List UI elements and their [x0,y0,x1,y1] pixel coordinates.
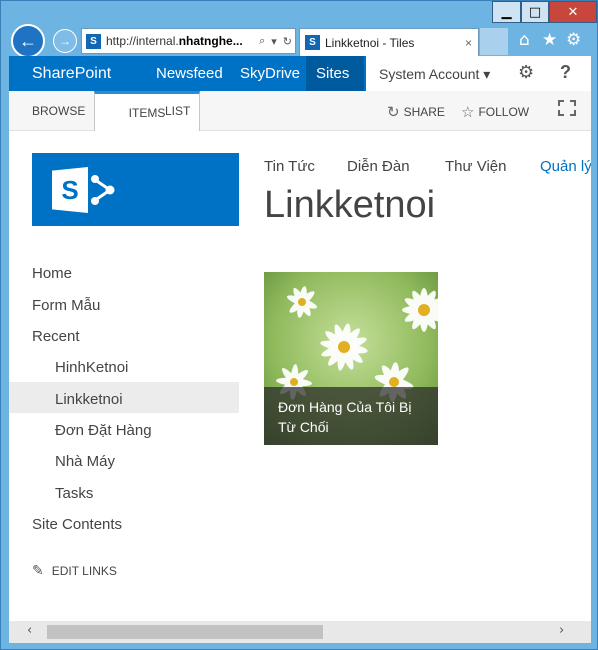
scroll-left-icon[interactable]: ‹ [27,623,32,638]
ql-recent-don-dat-hang[interactable]: Đơn Đặt Hàng [55,422,152,439]
back-arrow-icon: ← [19,30,37,51]
follow-button[interactable]: ☆ FOLLOW [461,103,529,121]
url-host: nhatnghe... [178,34,243,48]
promoted-link-tile[interactable]: Đơn Hàng Của Tôi Bị Từ Chối [264,272,438,445]
close-window-button[interactable]: ✕ [549,1,597,23]
address-bar[interactable]: S http://internal.nhatnghe... ⌕ ▾ ↻ [81,28,296,54]
address-url[interactable]: http://internal.nhatnghe... [106,34,256,48]
new-tab-button[interactable] [480,28,508,55]
ql-selected-highlight [9,382,239,413]
user-menu[interactable]: System Account ▾ [379,66,490,83]
ql-recent: Recent [32,328,80,345]
browser-tab[interactable]: S Linkketnoi - Tiles × [299,28,479,56]
tab-close-icon[interactable]: × [465,36,472,50]
ql-site-contents[interactable]: Site Contents [32,516,122,533]
back-button[interactable]: ← [11,24,45,58]
topnav-thu-vien[interactable]: Thư Viện [445,158,506,175]
share-icon: ↻ [387,103,400,121]
user-area: System Account ▾ ⚙ ? [366,56,591,91]
forward-button[interactable]: → [53,29,77,53]
sharepoint-favicon-icon: S [305,35,320,50]
ql-recent-hinhketnoi[interactable]: HinhKetnoi [55,359,128,376]
sharepoint-favicon-icon: S [86,33,101,49]
browser-window: ▁ □ ✕ ← → S http://internal.nhatnghe... … [0,0,598,650]
topnav-tin-tuc[interactable]: Tin Tức [264,158,315,175]
ql-recent-tasks[interactable]: Tasks [55,485,93,502]
edit-links-label: EDIT LINKS [51,563,117,578]
sharepoint-brand[interactable]: SharePoint [32,65,111,83]
newsfeed-link[interactable]: Newsfeed [156,65,223,82]
share-button[interactable]: ↻ SHARE [387,103,445,121]
forward-arrow-icon: → [59,34,71,48]
skydrive-link[interactable]: SkyDrive [240,65,300,82]
tab-title: Linkketnoi - Tiles [325,35,415,50]
page-title: Linkketnoi [264,184,436,226]
site-logo[interactable]: S [32,153,239,226]
share-label: SHARE [403,105,445,119]
pencil-icon: ✎ [32,562,44,578]
tab-list[interactable]: LIST [165,91,190,131]
minimize-button[interactable]: ▁ [492,1,521,23]
ql-form-mau[interactable]: Form Mẫu [32,297,100,314]
topnav-quan-ly[interactable]: Quản lý [540,158,591,175]
ql-recent-nha-may[interactable]: Nhà Máy [55,453,115,470]
settings-gear-icon[interactable]: ⚙ [518,62,534,83]
scroll-right-icon[interactable]: › [559,623,564,638]
dropdown-icon[interactable]: ▾ [271,35,277,48]
url-prefix: http://internal. [106,34,179,48]
edit-links-button[interactable]: ✎ EDIT LINKS [32,562,117,579]
logo-dots-icon [91,175,115,205]
sharepoint-logo-icon: S [52,167,88,213]
horizontal-scrollbar[interactable]: ‹ › [9,621,591,643]
maximize-button[interactable]: □ [521,1,549,23]
home-icon[interactable]: ⌂ [519,30,530,50]
topnav-dien-dan[interactable]: Diễn Đàn [347,158,410,175]
help-icon[interactable]: ? [560,62,571,83]
favorites-icon[interactable]: ★ [542,30,557,50]
search-icon[interactable]: ⌕ [259,35,265,48]
ql-home[interactable]: Home [32,265,72,282]
sites-link[interactable]: Sites [316,65,349,82]
focus-on-content-icon[interactable] [558,100,576,116]
scrollbar-thumb[interactable] [47,625,323,639]
follow-label: FOLLOW [478,105,530,119]
star-icon: ☆ [461,103,475,121]
ribbon: BROWSE ITEMS LIST ↻ SHARE ☆ FOLLOW [9,91,591,131]
page-content: SharePoint Newsfeed SkyDrive Sites Syste… [9,56,591,621]
tile-caption: Đơn Hàng Của Tôi Bị Từ Chối [264,387,438,445]
ql-recent-linkketnoi[interactable]: Linkketnoi [55,391,123,408]
refresh-icon[interactable]: ↻ [283,35,292,48]
suite-bar: SharePoint Newsfeed SkyDrive Sites Syste… [9,56,591,91]
tab-browse[interactable]: BROWSE [32,91,85,131]
tools-icon[interactable]: ⚙ [566,30,581,50]
